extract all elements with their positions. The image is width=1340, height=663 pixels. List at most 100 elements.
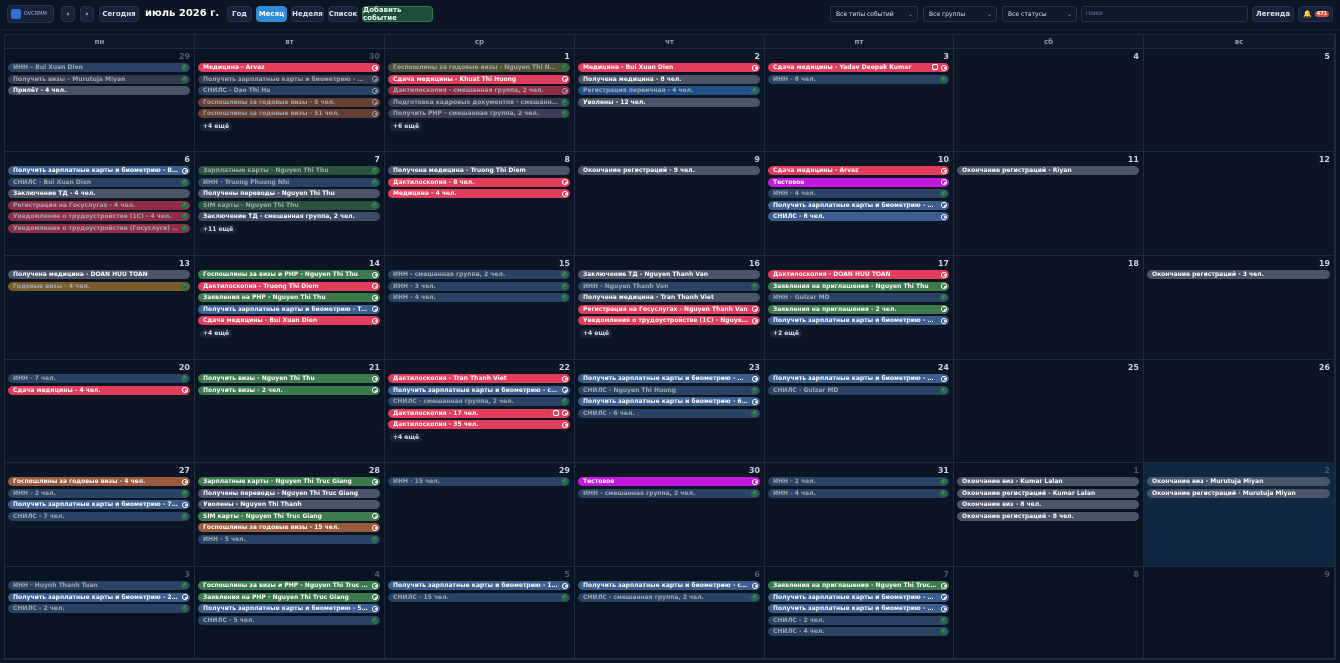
day-cell[interactable]: 2 Медицина - Bui Xuan Dien Получена медици… bbox=[575, 49, 765, 152]
calendar-event[interactable]: Заявления на приглашения - 2 чел. bbox=[768, 304, 949, 314]
calendar-event[interactable]: Получена медицина - Truong Thi Diem bbox=[388, 166, 570, 175]
calendar-event[interactable]: СНИЛС - Nguyen Thi Huong ✓ bbox=[578, 385, 760, 395]
pending-circle-icon[interactable] bbox=[562, 582, 568, 589]
calendar-event[interactable]: Окончание виз - Kumar Lalan bbox=[957, 477, 1139, 486]
group-filter[interactable]: Все группы ⌄ bbox=[923, 6, 997, 22]
calendar-event[interactable]: Уведомление о трудоустройстве (1С) - 4 ч… bbox=[8, 212, 190, 221]
calendar-event[interactable]: Получить зарплатные карты и биометрию - … bbox=[388, 385, 570, 395]
day-number[interactable]: 9 bbox=[1324, 570, 1330, 579]
pending-circle-icon[interactable] bbox=[372, 99, 378, 105]
calendar-event[interactable]: Получить зарплатные карты и биометрию - … bbox=[768, 200, 949, 210]
calendar-event[interactable]: Получить зарплатные карты и биометрию - … bbox=[578, 397, 760, 406]
check-circle-icon[interactable]: ✓ bbox=[940, 75, 947, 83]
day-cell[interactable]: 4 Госпошлины за визы и РНР - Nguyen Thi T… bbox=[195, 567, 385, 659]
pending-circle-icon[interactable] bbox=[372, 76, 378, 82]
check-circle-icon[interactable]: ✓ bbox=[181, 282, 188, 290]
calendar-event[interactable]: СНИЛС - смешанная группа, 2 чел. ✓ bbox=[578, 592, 760, 602]
day-cell[interactable]: 10 Сдача медицины - Arvaz Тестовое ИНН - 4 … bbox=[765, 152, 954, 256]
calendar-event[interactable]: ИНН - 8 чел. ✓ bbox=[768, 74, 949, 84]
check-circle-icon[interactable]: ✓ bbox=[561, 282, 568, 290]
calendar-event[interactable]: Заявления на приглашения - Nguyen Thi Tr… bbox=[768, 581, 949, 590]
calendar-event[interactable]: Получить РНР - смешанная группа, 2 чел. ✓ bbox=[388, 109, 570, 118]
day-cell[interactable]: 7 Зарплатные карты - Nguyen Thi Thu ✓ ИНН -… bbox=[195, 152, 385, 256]
calendar-event[interactable]: СНИЛС - 2 чел. ✓ bbox=[768, 615, 949, 625]
calendar-event[interactable]: ИНН - Gulzar MD ✓ bbox=[768, 293, 949, 302]
day-cell[interactable]: 16 Заключение ТД - Nguyen Thanh Van ИНН - … bbox=[575, 256, 765, 360]
calendar-event[interactable]: Получить визы – Murutuja Miyan ✓ bbox=[8, 74, 190, 84]
pending-circle-icon[interactable] bbox=[562, 190, 568, 197]
calendar-event[interactable]: ИНН - 5 чел. ✓ bbox=[198, 534, 380, 544]
check-circle-icon[interactable]: ✓ bbox=[751, 593, 758, 601]
pending-circle-icon[interactable] bbox=[372, 87, 378, 94]
calendar-event[interactable]: СНИЛС - 8 чел. bbox=[768, 212, 949, 221]
calendar-event[interactable]: Госпошлины за визы и РНР - Nguyen Thi Th… bbox=[198, 270, 380, 279]
check-circle-icon[interactable]: ✓ bbox=[181, 75, 188, 83]
calendar-event[interactable]: SIM карты - Nguyen Thi Truc Giang bbox=[198, 511, 380, 521]
calendar-event[interactable]: Окончание регистраций - 3 чел. bbox=[1147, 270, 1330, 279]
day-number[interactable]: 16 bbox=[749, 259, 760, 268]
day-number[interactable]: 24 bbox=[938, 363, 949, 372]
day-cell[interactable]: 27 Госпошлины за годовые визы - 4 чел. ИНН… bbox=[5, 463, 195, 567]
calendar-event[interactable]: Дактилоскопия - 17 чел. bbox=[388, 408, 570, 418]
check-circle-icon[interactable]: ✓ bbox=[181, 224, 188, 232]
calendar-event[interactable]: Получена медицина - Tran Thanh Viet bbox=[578, 293, 760, 302]
day-cell[interactable]: 8 Получена медицина - Truong Thi Diem Дакт… bbox=[385, 152, 575, 256]
calendar-event[interactable]: ИНН - 15 чел. ✓ bbox=[388, 477, 570, 486]
day-cell[interactable]: 25 bbox=[954, 360, 1144, 463]
calendar-event[interactable]: Сдача медицины - 4 чел. bbox=[8, 385, 190, 395]
calendar-event[interactable]: Дактилоскопия - 8 чел. bbox=[388, 177, 570, 187]
day-number[interactable]: 23 bbox=[749, 363, 760, 372]
day-cell[interactable]: 3 Сдача медицины - Yadav Deepak Kumar ИНН … bbox=[765, 49, 954, 152]
day-cell[interactable]: 3 ИНН - Huynh Thanh Tuan ✓ Получить зарплат… bbox=[5, 567, 195, 659]
day-number[interactable]: 8 bbox=[1133, 570, 1139, 579]
day-cell[interactable]: 9 Окончание регистраций - 9 чел. bbox=[575, 152, 765, 256]
calendar-event[interactable]: Получить зарплатные карты и биометрию - … bbox=[198, 304, 380, 314]
check-circle-icon[interactable]: ✓ bbox=[940, 616, 947, 624]
day-number[interactable]: 27 bbox=[179, 466, 190, 475]
calendar-event[interactable]: Сдача медицины - Khuat Thi Huong bbox=[388, 74, 570, 84]
check-circle-icon[interactable]: ✓ bbox=[940, 628, 947, 635]
check-circle-icon[interactable]: ✓ bbox=[940, 478, 947, 485]
calendar-event[interactable]: ИНН - Truong Phuong Nhi ✓ bbox=[198, 177, 380, 187]
calendar-event[interactable]: Получить зарплатные карты и биометрию - … bbox=[578, 581, 760, 590]
calendar-event[interactable]: Регистрация на Госуслугах - Nguyen Thanh… bbox=[578, 304, 760, 314]
calendar-event[interactable]: Окончание регистраций - Kumar Lalan bbox=[957, 488, 1139, 498]
day-cell[interactable]: 15 ИНН - смешанная группа, 2 чел. ✓ ИНН - 3… bbox=[385, 256, 575, 360]
day-number[interactable]: 22 bbox=[559, 363, 570, 372]
calendar-event[interactable]: Медицина - 4 чел. bbox=[388, 189, 570, 198]
check-circle-icon[interactable]: ✓ bbox=[561, 110, 568, 117]
day-cell[interactable]: 17 Дактилоскопия - DOAN HUU TOAN Заявления… bbox=[765, 256, 954, 360]
calendar-event[interactable]: Получить зарплатные карты и биометрию - … bbox=[198, 604, 380, 613]
calendar-event[interactable]: СНИЛС - Dao Thi Ha bbox=[198, 86, 380, 95]
calendar-event[interactable]: Получить зарплатные карты и биометрию - … bbox=[768, 604, 949, 613]
day-number[interactable]: 10 bbox=[938, 155, 949, 164]
calendar-event[interactable]: Получить зарплатные карты и биометрию - … bbox=[8, 166, 190, 175]
pending-circle-icon[interactable] bbox=[562, 375, 568, 382]
calendar-event[interactable]: Регистрация на Госуслугах - 4 чел. ✓ bbox=[8, 200, 190, 210]
search-input[interactable] bbox=[1081, 6, 1248, 22]
calendar-event[interactable]: Прилёт - 4 чел. bbox=[8, 86, 190, 95]
check-circle-icon[interactable]: ✓ bbox=[371, 201, 378, 209]
calendar-event[interactable]: Получены переводы - Nguyen Thi Truc Gian… bbox=[198, 488, 380, 498]
check-circle-icon[interactable]: ✓ bbox=[561, 271, 568, 278]
calendar-event[interactable]: Получена медицина - 8 чел. bbox=[578, 74, 760, 84]
more-events-link[interactable]: +6 ещё bbox=[390, 121, 423, 131]
day-cell[interactable]: 5 bbox=[1144, 49, 1335, 152]
day-cell[interactable]: 26 bbox=[1144, 360, 1335, 463]
day-number[interactable]: 25 bbox=[1128, 363, 1139, 372]
day-cell[interactable]: 5 Получить зарплатные карты и биометрию -… bbox=[385, 567, 575, 659]
pending-circle-icon[interactable] bbox=[941, 283, 947, 289]
check-circle-icon[interactable]: ✓ bbox=[561, 294, 568, 301]
day-number[interactable]: 3 bbox=[184, 570, 190, 579]
calendar-event[interactable]: Получить зарплатные карты и биометрию - … bbox=[8, 500, 190, 509]
calendar-event[interactable]: Окончание регистраций - Riyan bbox=[957, 166, 1139, 175]
day-cell[interactable]: 18 bbox=[954, 256, 1144, 360]
day-number[interactable]: 15 bbox=[559, 259, 570, 268]
pending-circle-icon[interactable] bbox=[941, 594, 947, 600]
day-number[interactable]: 26 bbox=[1319, 363, 1330, 372]
calendar-event[interactable]: Госпошлины за годовые визы - Nguyen Thi … bbox=[388, 63, 570, 72]
check-circle-icon[interactable]: ✓ bbox=[940, 489, 947, 497]
pending-circle-icon[interactable] bbox=[372, 387, 378, 393]
add-event-button[interactable]: Добавить событие bbox=[362, 6, 433, 22]
calendar-event[interactable]: Уведомление о трудоустройстве (Госуслуги… bbox=[8, 223, 190, 233]
